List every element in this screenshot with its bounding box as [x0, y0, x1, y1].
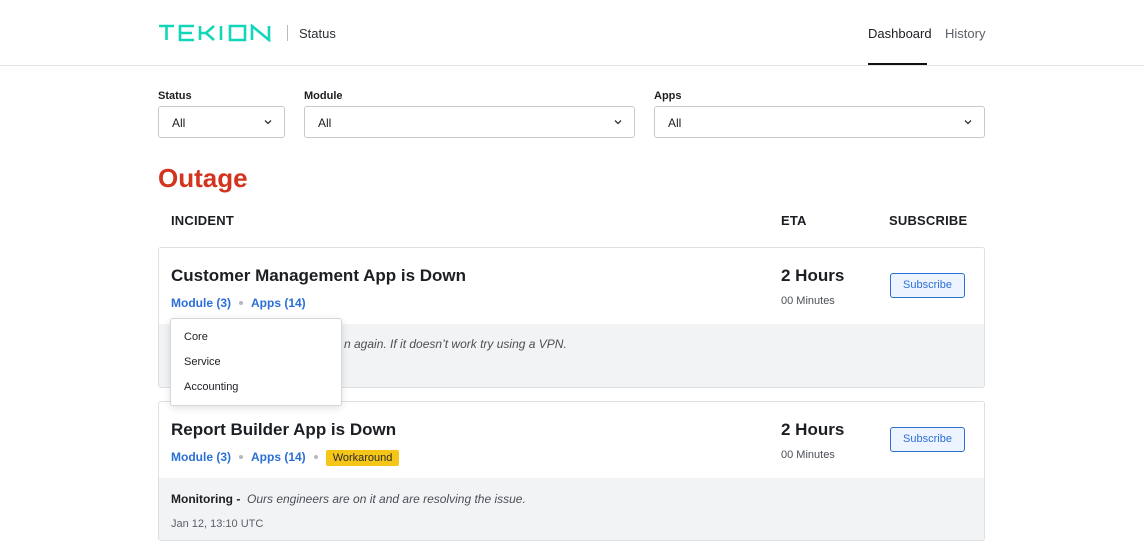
tekion-logo[interactable]	[158, 24, 278, 42]
incident-card: Report Builder App is Down Module (3) App…	[158, 401, 985, 541]
update-timestamp: Jan 12, 13:10 UTC	[171, 518, 264, 530]
module-count-link[interactable]: Module (3)	[171, 296, 231, 310]
module-filter-select[interactable]: All	[304, 106, 635, 138]
status-filter-value: All	[172, 116, 186, 130]
column-header-eta: ETA	[781, 213, 807, 228]
subscribe-button[interactable]: Subscribe	[890, 427, 965, 452]
nav-tab-dashboard[interactable]: Dashboard	[868, 26, 932, 41]
incident-update: Monitoring - Ours engineers are on it an…	[159, 478, 984, 540]
apps-filter-value: All	[668, 116, 682, 130]
incident-meta: Module (3) Apps (14)	[171, 296, 306, 312]
incident-card-header: Report Builder App is Down Module (3) App…	[159, 402, 984, 478]
update-line: Monitoring - Ours engineers are on it an…	[171, 492, 526, 506]
update-text: Ours engineers are on it and are resolvi…	[246, 492, 526, 506]
status-filter-select[interactable]: All	[158, 106, 285, 138]
incident-card-header: Customer Management App is Down Module (…	[159, 248, 984, 324]
nav-tab-history[interactable]: History	[945, 26, 985, 41]
module-list-popover: Core Service Accounting	[170, 318, 342, 406]
header-status-label: Status	[299, 26, 336, 41]
eta-hours: 2 Hours	[781, 266, 845, 285]
incident-title: Report Builder App is Down	[171, 420, 397, 439]
subscribe-button[interactable]: Subscribe	[890, 273, 965, 298]
chevron-down-icon	[264, 120, 272, 125]
column-header-incident: INCIDENT	[171, 213, 234, 228]
eta-minutes: 00 Minutes	[781, 295, 835, 307]
eta-hours: 2 Hours	[781, 420, 845, 439]
status-filter-label: Status	[158, 90, 192, 102]
update-status: Monitoring -	[171, 492, 241, 506]
workaround-badge: Workaround	[325, 450, 400, 466]
separator-dot	[239, 300, 243, 305]
apps-filter-select[interactable]: All	[654, 106, 985, 138]
separator-dot	[239, 455, 243, 459]
outage-section-title: Outage	[158, 163, 248, 193]
apps-count-link[interactable]: Apps (14)	[251, 450, 306, 464]
apps-filter-label: Apps	[654, 90, 682, 102]
header-divider	[287, 25, 288, 41]
update-text: n again. If it doesn’t work try using a …	[344, 337, 567, 351]
module-item-accounting[interactable]: Accounting	[184, 381, 238, 393]
apps-count-link[interactable]: Apps (14)	[251, 296, 306, 310]
module-count-link[interactable]: Module (3)	[171, 450, 231, 464]
module-filter-label: Module	[304, 90, 343, 102]
top-header: Status Dashboard History	[0, 0, 1144, 66]
incident-title: Customer Management App is Down	[171, 266, 467, 285]
module-item-service[interactable]: Service	[184, 356, 221, 368]
incident-meta: Module (3) Apps (14) Workaround	[171, 450, 400, 466]
chevron-down-icon	[964, 120, 972, 125]
chevron-down-icon	[614, 120, 622, 125]
column-header-subscribe: SUBSCRIBE	[889, 213, 968, 228]
separator-dot	[313, 455, 318, 459]
module-item-core[interactable]: Core	[184, 331, 208, 343]
active-tab-indicator	[868, 63, 927, 65]
module-filter-value: All	[318, 116, 332, 130]
eta-minutes: 00 Minutes	[781, 449, 835, 461]
